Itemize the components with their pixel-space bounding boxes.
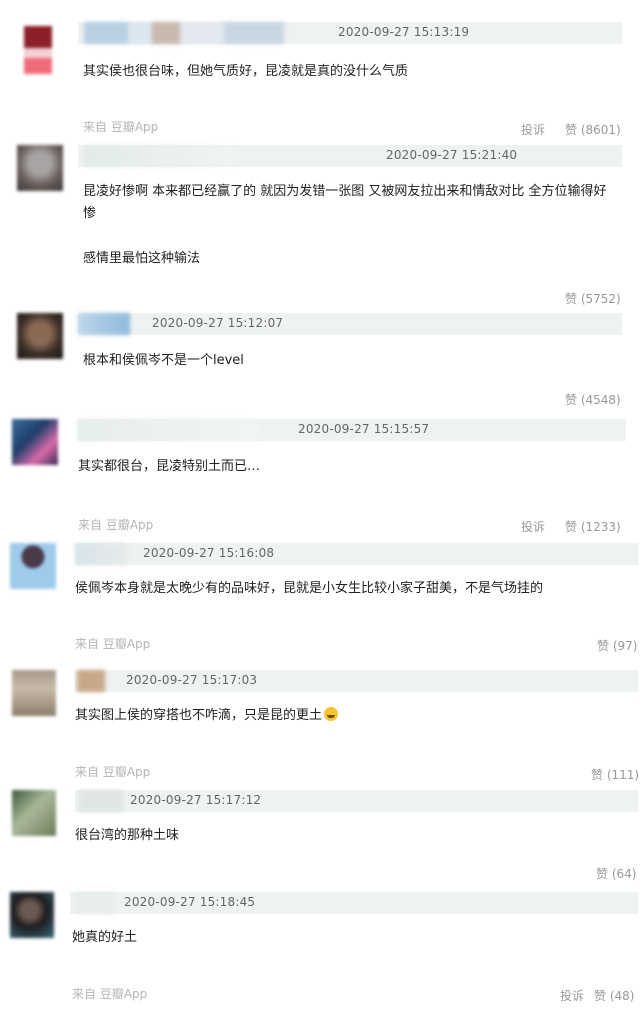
comment-meta-bar: 2020-09-27 15:18:45 (70, 892, 638, 914)
comment-meta-bar: 2020-09-27 15:17:12 (75, 790, 638, 812)
laughing-emoji-icon (324, 707, 339, 721)
comment-source: 来自 豆瓣App (72, 987, 148, 1001)
comment-text: 侯佩岑本身就是太晚少有的品味好，昆就是小女生比较小家子甜美，不是气场挂的 (75, 581, 544, 596)
like-button[interactable]: 赞 (8601) (565, 121, 621, 138)
comment-timestamp: 2020-09-27 15:17:12 (130, 793, 262, 807)
report-button[interactable]: 投诉 (521, 518, 545, 535)
comment-text-paragraph: 感情里最怕这种输法 (83, 251, 201, 266)
report-button[interactable]: 投诉 (521, 121, 545, 138)
like-button[interactable]: 赞 (4548) (565, 391, 621, 408)
comment-source: 来自 豆瓣App (75, 765, 151, 779)
avatar[interactable] (12, 670, 56, 716)
report-button[interactable]: 投诉 (560, 987, 584, 1004)
comment-timestamp: 2020-09-27 15:16:08 (143, 546, 275, 560)
comment-meta-bar: 2020-09-27 15:12:07 (78, 313, 622, 335)
comment-text: 其实侯也很台味，但她气质好，昆凌就是真的没什么气质 (83, 64, 409, 79)
comment-timestamp: 2020-09-27 15:13:19 (338, 25, 470, 39)
username-blurred[interactable] (79, 790, 123, 812)
avatar[interactable] (10, 543, 56, 589)
comment-meta-bar: 2020-09-27 15:15:57 (78, 419, 626, 441)
username-blurred[interactable] (77, 670, 105, 692)
username-blurred[interactable] (84, 22, 284, 44)
comment-meta-bar: 2020-09-27 15:16:08 (75, 543, 638, 565)
avatar[interactable] (10, 892, 54, 938)
comment-text: 很台湾的那种土味 (75, 828, 180, 843)
avatar[interactable] (17, 145, 63, 191)
comment-text-content: 其实图上侯的穿搭也不咋滴，只是昆的更土 (75, 708, 323, 723)
comment-source: 来自 豆瓣App (78, 518, 154, 532)
username-blurred[interactable] (78, 419, 258, 441)
comment-text: 其实图上侯的穿搭也不咋滴，只是昆的更土 (75, 705, 339, 727)
like-button[interactable]: 赞 (48) (594, 987, 634, 1004)
like-button[interactable]: 赞 (97) (597, 637, 637, 654)
like-button[interactable]: 赞 (5752) (565, 290, 621, 307)
comment-source: 来自 豆瓣App (83, 120, 159, 134)
like-button[interactable]: 赞 (111) (591, 766, 639, 783)
avatar[interactable] (12, 790, 56, 836)
username-blurred[interactable] (78, 313, 130, 335)
comment-meta-bar: 2020-09-27 15:17:03 (75, 670, 638, 692)
comment-text-line: 惨 (83, 206, 97, 221)
comment-text-line: 昆凌好惨啊 本来都已经赢了的 就因为发错一张图 又被网友拉出来和情敌对比 全方位… (83, 184, 607, 199)
comment-meta-bar: 2020-09-27 15:13:19 (78, 22, 622, 44)
username-blurred[interactable] (75, 543, 127, 565)
username-blurred[interactable] (74, 892, 114, 914)
comment-source: 来自 豆瓣App (75, 637, 151, 651)
comment-timestamp: 2020-09-27 15:15:57 (298, 422, 430, 436)
like-button[interactable]: 赞 (1233) (565, 518, 621, 535)
avatar[interactable] (17, 313, 63, 359)
comment-text: 她真的好土 (72, 930, 138, 945)
like-button[interactable]: 赞 (64) (596, 865, 636, 882)
comment-timestamp: 2020-09-27 15:21:40 (386, 148, 518, 162)
comment-text: 根本和侯佩岑不是一个level (83, 353, 244, 368)
avatar[interactable] (24, 26, 52, 74)
username-blurred[interactable] (84, 145, 234, 167)
comment-text: 其实都很台，昆凌特别土而已… (78, 459, 261, 474)
comment-timestamp: 2020-09-27 15:18:45 (124, 895, 256, 909)
comment-timestamp: 2020-09-27 15:17:03 (126, 673, 258, 687)
comment-meta-bar: 2020-09-27 15:21:40 (78, 145, 622, 167)
comment-timestamp: 2020-09-27 15:12:07 (152, 316, 284, 330)
avatar[interactable] (12, 419, 58, 465)
